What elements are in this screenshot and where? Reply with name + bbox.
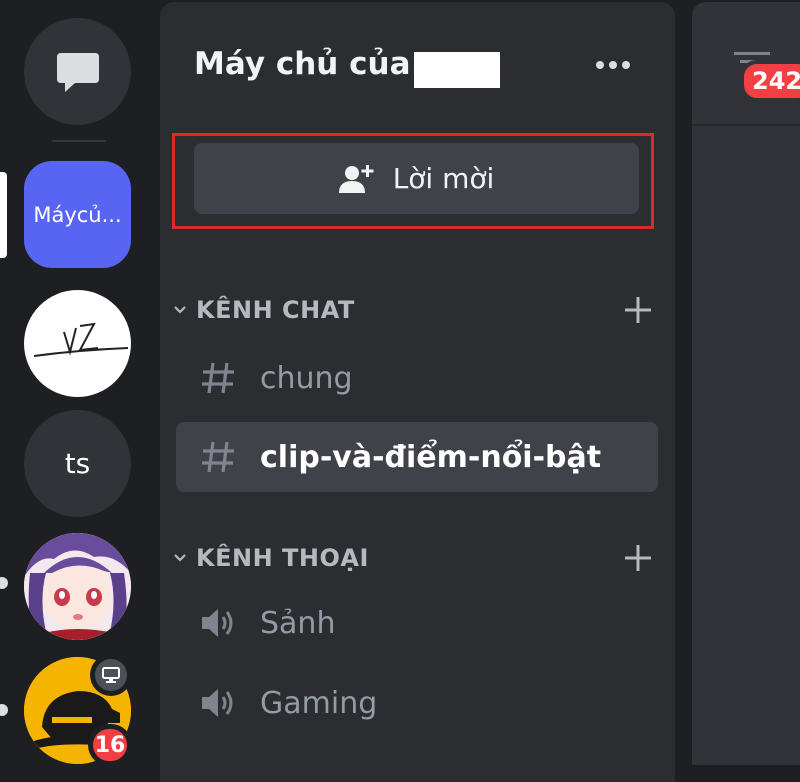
server-rail: Máycủ... ts 16 — [0, 0, 158, 766]
server-icon-label: ts — [64, 447, 91, 480]
channel-gaming[interactable]: Gaming — [176, 668, 658, 738]
chevron-down-icon — [168, 298, 192, 322]
invite-button-label: Lời mời — [392, 162, 495, 195]
chat-bubble-icon — [56, 52, 99, 92]
chevron-down-icon — [168, 546, 192, 570]
add-channel-icon[interactable] — [622, 294, 654, 326]
channel-name: clip-và-điểm-nổi-bật — [260, 439, 602, 475]
channel-chung[interactable]: chung — [176, 343, 658, 413]
status-bubble — [90, 654, 132, 696]
server-icon-ts[interactable]: ts — [24, 410, 131, 517]
notification-badge: 242 — [740, 60, 800, 102]
category-voice-channels[interactable]: KÊNH THOẠI — [168, 538, 658, 578]
more-dots-icon[interactable] — [590, 48, 636, 82]
add-channel-icon[interactable] — [622, 542, 654, 574]
server-icon-current[interactable]: Máycủ... — [24, 161, 131, 268]
invite-button[interactable]: Lời mời — [194, 143, 639, 214]
unread-indicator — [0, 577, 8, 589]
hash-icon — [198, 437, 238, 477]
channel-name: Gaming — [260, 685, 378, 721]
category-label: KÊNH CHAT — [196, 296, 355, 324]
monitor-icon — [102, 667, 120, 683]
server-title[interactable]: Máy chủ của — [194, 46, 411, 82]
channel-panel: Máy chủ của Lời mời KÊNH CHAT chung clip… — [160, 2, 675, 782]
rail-divider — [52, 140, 106, 142]
server-icon-vz[interactable] — [24, 290, 131, 397]
category-text-channels[interactable]: KÊNH CHAT — [168, 290, 658, 330]
server-icon-anime[interactable] — [24, 533, 131, 640]
channel-name: Sảnh — [260, 605, 336, 641]
selected-server-indicator — [0, 172, 7, 258]
anime-avatar — [24, 533, 131, 640]
chat-header: 242 — [692, 2, 800, 126]
redacted-name — [414, 52, 500, 88]
vz-logo — [33, 322, 129, 357]
channel-clip-va-diem-noi-bat[interactable]: clip-và-điểm-nổi-bật — [176, 422, 658, 492]
add-person-icon — [338, 164, 374, 193]
category-label: KÊNH THOẠI — [196, 544, 369, 572]
speaker-icon — [198, 603, 238, 643]
hash-icon — [198, 358, 238, 398]
mention-badge: 16 — [88, 724, 132, 766]
speaker-icon — [198, 683, 238, 723]
channel-sanh[interactable]: Sảnh — [176, 588, 658, 658]
chat-area: 242 — [692, 2, 800, 765]
server-icon-label: Máycủ... — [33, 202, 122, 227]
unread-indicator — [0, 704, 8, 716]
channel-name: chung — [260, 360, 353, 396]
direct-messages-button[interactable] — [24, 18, 131, 125]
